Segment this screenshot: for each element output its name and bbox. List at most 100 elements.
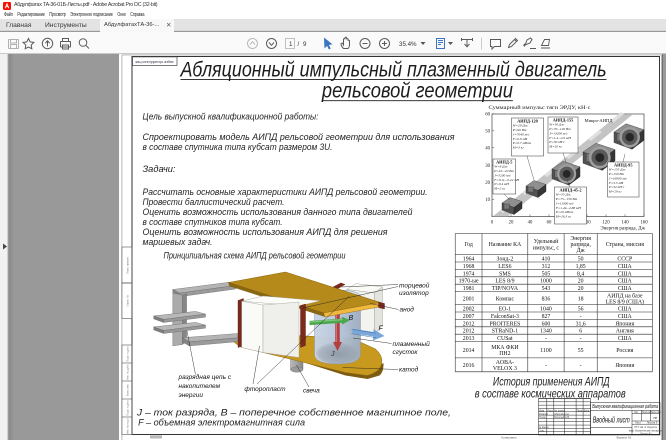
svg-text:Энергия разряда, Дж: Энергия разряда, Дж bbox=[600, 227, 645, 232]
svg-text:J=11000 м/с: J=11000 м/с bbox=[555, 201, 573, 205]
svg-text:Страна, миссия: Страна, миссия bbox=[605, 242, 643, 248]
svg-text:Лит.: Лит. bbox=[634, 410, 639, 414]
svg-text:Дж: Дж bbox=[576, 248, 585, 254]
svg-text:J – ток разряда, B – поперечно: J – ток разряда, B – поперечное собствен… bbox=[135, 408, 450, 418]
svg-text:Вводный лист: Вводный лист bbox=[592, 416, 629, 425]
svg-text:56: 56 bbox=[577, 307, 583, 313]
svg-text:Взам. инв.: Взам. инв. bbox=[125, 383, 129, 396]
svg-text:Цель выпускной квалификационно: Цель выпускной квалификационной работы: bbox=[142, 112, 318, 122]
svg-text:STRaND-1: STRaND-1 bbox=[491, 329, 518, 335]
svg-text:Пров.: Пров. bbox=[539, 415, 546, 419]
svg-text:J=5200 м/с: J=5200 м/с bbox=[494, 173, 511, 177]
svg-text:F=0.11...0.22 мН: F=0.11...0.22 мН bbox=[493, 178, 519, 182]
svg-text:2016: 2016 bbox=[462, 363, 474, 369]
svg-text:США: США bbox=[617, 336, 632, 342]
svg-text:W=155 Дж: W=155 Дж bbox=[608, 168, 626, 172]
svg-text:Зонд-2: Зонд-2 bbox=[496, 256, 513, 262]
svg-text:Перв. примен.: Перв. примен. bbox=[125, 256, 129, 274]
svg-text:1: 1 bbox=[289, 41, 293, 48]
svg-text:2012: 2012 bbox=[462, 321, 474, 327]
svg-text:разрядная цепь с: разрядная цепь с bbox=[177, 373, 231, 381]
svg-text:60: 60 bbox=[546, 221, 551, 226]
svg-text:Задачи:: Задачи: bbox=[142, 164, 175, 174]
svg-text:F=1.4...2.9 мН: F=1.4...2.9 мН bbox=[548, 136, 571, 140]
svg-text:энергии: энергии bbox=[178, 392, 203, 399]
svg-text:сгусток: сгусток bbox=[392, 349, 418, 356]
svg-text:LES6: LES6 bbox=[498, 264, 511, 270]
svg-text:120: 120 bbox=[602, 221, 610, 226]
svg-text:410: 410 bbox=[541, 256, 550, 262]
svg-text:Абляционный импульсный плазмен: Абляционный импульсный плазменный двигат… bbox=[178, 58, 606, 81]
svg-text:Провести баллистический расчет: Провести баллистический расчет. bbox=[142, 197, 284, 207]
svg-text:40: 40 bbox=[485, 147, 490, 152]
svg-text:ПН2: ПН2 bbox=[499, 351, 510, 357]
svg-text:Россия: Россия bbox=[616, 348, 633, 354]
svg-text:31,6: 31,6 bbox=[575, 321, 585, 327]
svg-text:Подп. и дата: Подп. и дата bbox=[125, 400, 129, 416]
svg-text:М=16.3 кг: М=16.3 кг bbox=[554, 215, 571, 219]
svg-text:1974: 1974 bbox=[462, 271, 474, 277]
svg-text:Япония: Япония bbox=[615, 321, 634, 327]
svg-text:55: 55 bbox=[577, 348, 583, 354]
svg-text:F=1.44...2.88 мН: F=1.44...2.88 мН bbox=[554, 206, 580, 210]
svg-text:1000: 1000 bbox=[540, 279, 552, 285]
svg-text:P=75...150 Вт: P=75...150 Вт bbox=[554, 197, 577, 201]
svg-text:Р=20 мВтч: Р=20 мВтч bbox=[554, 210, 573, 214]
svg-text:50: 50 bbox=[485, 130, 490, 135]
svg-text:1970-ые: 1970-ые bbox=[458, 279, 478, 285]
svg-text:50: 50 bbox=[577, 256, 583, 262]
svg-text:2001: 2001 bbox=[462, 296, 474, 302]
svg-text:Инв. № дубл.: Инв. № дубл. bbox=[125, 364, 129, 380]
svg-text:Микро-АИПД: Микро-АИПД bbox=[584, 118, 613, 123]
svg-text:США: США bbox=[617, 307, 632, 313]
svg-text:J=7040 м/с: J=7040 м/с bbox=[512, 132, 529, 136]
svg-text:Япония: Япония bbox=[615, 363, 634, 369]
svg-text:пг: пг bbox=[653, 415, 657, 420]
svg-text:W=8 Дж: W=8 Дж bbox=[494, 165, 508, 169]
svg-text:W=30 Дж: W=30 Дж bbox=[549, 123, 565, 127]
svg-text:1968: 1968 bbox=[462, 264, 474, 270]
svg-text:в составе спутников типа кубса: в составе спутников типа кубсат. bbox=[142, 217, 282, 227]
svg-text:АИПД на базе: АИПД на базе bbox=[607, 292, 643, 299]
svg-text:LES 8/9 (США): LES 8/9 (США) bbox=[605, 298, 643, 305]
svg-text:-: - bbox=[579, 314, 581, 320]
svg-text:СССР: СССР bbox=[617, 256, 632, 262]
svg-text:Спроектировать модель АИПД рел: Спроектировать модель АИПД рельсовой гео… bbox=[142, 132, 454, 142]
svg-text:Формат А1: Формат А1 bbox=[616, 435, 631, 439]
svg-text:США: США bbox=[617, 264, 632, 270]
svg-text:2012: 2012 bbox=[462, 329, 474, 335]
svg-text:160: 160 bbox=[640, 221, 648, 226]
svg-text:США: США bbox=[617, 271, 632, 277]
svg-text:1040: 1040 bbox=[540, 307, 552, 313]
svg-text:Богатый А.В.: Богатый А.В. bbox=[554, 415, 570, 419]
svg-text:30: 30 bbox=[485, 164, 490, 169]
svg-text:18: 18 bbox=[577, 296, 583, 302]
svg-text:1340: 1340 bbox=[540, 329, 552, 335]
svg-text:Суммарный импульс тяги ЭРДУ, к: Суммарный импульс тяги ЭРДУ, кН·с bbox=[488, 106, 591, 111]
svg-text:М=10 кг: М=10 кг bbox=[548, 145, 562, 149]
svg-text:США: США bbox=[617, 286, 632, 292]
svg-text:плазменный: плазменный bbox=[392, 340, 430, 348]
svg-text:PROITERES: PROITERES bbox=[489, 321, 520, 327]
svg-text:SMS: SMS bbox=[499, 271, 511, 277]
svg-text:2007: 2007 bbox=[462, 314, 474, 320]
svg-text:Копировал: Копировал bbox=[501, 435, 516, 439]
svg-text:импульс, с: импульс, с bbox=[532, 246, 559, 252]
svg-text:J=16000 м/с: J=16000 м/с bbox=[608, 176, 627, 180]
svg-text:20: 20 bbox=[577, 279, 583, 285]
svg-text:Принципиальная схема АИПД рель: Принципиальная схема АИПД рельсовой геом… bbox=[163, 251, 345, 261]
svg-text:P=60 Вт: P=60 Вт bbox=[511, 128, 526, 132]
svg-text:F=0.9 мН: F=0.9 мН bbox=[511, 137, 527, 141]
svg-text:6: 6 bbox=[579, 329, 582, 335]
svg-text:P=70...140 Вт: P=70...140 Вт bbox=[548, 127, 571, 131]
svg-text:Название КА: Название КА bbox=[488, 242, 521, 248]
svg-text:W=29 Дж: W=29 Дж bbox=[512, 124, 528, 128]
svg-text:2013: 2013 bbox=[462, 336, 474, 342]
svg-text:1981: 1981 bbox=[462, 286, 474, 292]
svg-text:140: 140 bbox=[621, 221, 629, 226]
svg-text:20: 20 bbox=[577, 286, 583, 292]
svg-text:VELOX 3: VELOX 3 bbox=[492, 366, 516, 372]
svg-text:накопителем: накопителем bbox=[178, 383, 220, 390]
svg-text:2014: 2014 bbox=[462, 348, 474, 354]
svg-text:Выпускная квалификационная раб: Выпускная квалификационная работа bbox=[592, 404, 658, 410]
